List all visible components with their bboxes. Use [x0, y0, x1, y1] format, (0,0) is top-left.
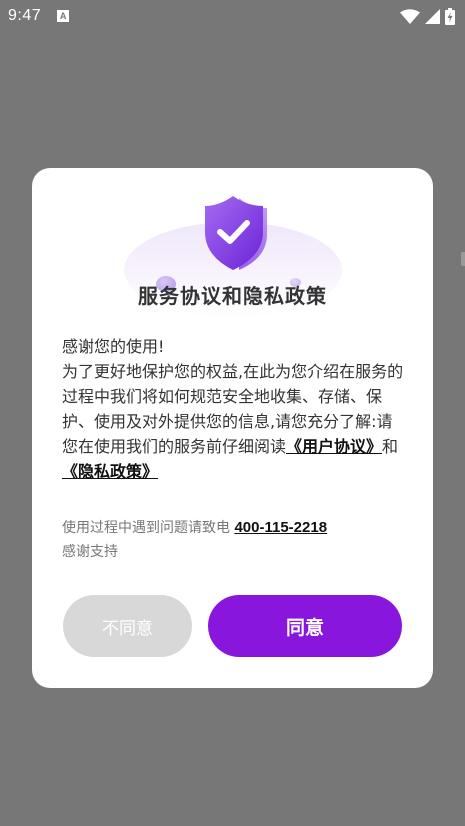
phone-link[interactable]: 400-115-2218	[234, 519, 327, 536]
contact-line: 使用过程中遇到问题请致电 400-115-2218	[62, 516, 407, 540]
wifi-icon	[400, 8, 420, 24]
screen: 9:47 A 服务协议和隐私政策 感谢您的使用! 为了更好地保护您的权益,在此为…	[0, 0, 465, 826]
thanks-text: 感谢支持	[62, 544, 118, 560]
disagree-button[interactable]: 不同意	[63, 595, 192, 657]
dialog-title: 服务协议和隐私政策	[138, 284, 327, 308]
user-agreement-link[interactable]: 《用户协议》	[286, 437, 382, 456]
status-left: 9:47 A	[8, 7, 70, 25]
policy-paragraph: 为了更好地保护您的权益,在此为您介绍在服务的过程中我们将如何规范安全地收集、存储…	[62, 359, 407, 484]
privacy-policy-link[interactable]: 《隐私政策》	[62, 462, 158, 481]
shield-check-icon	[205, 196, 267, 270]
agree-button[interactable]: 同意	[208, 595, 402, 657]
contact-info: 使用过程中遇到问题请致电 400-115-2218 感谢支持	[62, 516, 407, 564]
conjunction-text: 和	[382, 437, 399, 456]
dialog-body: 感谢您的使用! 为了更好地保护您的权益,在此为您介绍在服务的过程中我们将如何规范…	[62, 334, 407, 484]
notification-a-icon: A	[57, 10, 70, 22]
signal-icon	[425, 8, 440, 24]
edge-handle[interactable]	[461, 252, 465, 266]
battery-charging-icon	[445, 7, 455, 25]
contact-prefix: 使用过程中遇到问题请致电	[62, 520, 230, 536]
greeting-text: 感谢您的使用!	[62, 337, 165, 356]
status-bar: 9:47 A	[0, 0, 465, 32]
status-time: 9:47	[8, 7, 42, 24]
privacy-dialog: 服务协议和隐私政策 感谢您的使用! 为了更好地保护您的权益,在此为您介绍在服务的…	[32, 168, 433, 688]
status-right	[400, 7, 455, 25]
